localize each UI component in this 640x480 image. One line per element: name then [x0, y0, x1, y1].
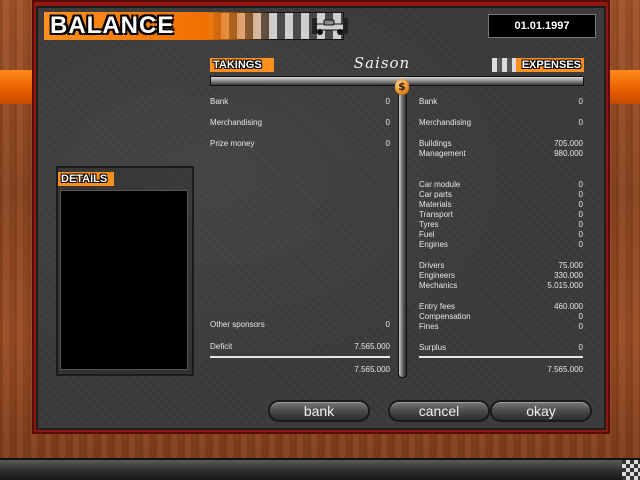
expenses-value: 330.000	[554, 271, 583, 280]
expenses-row-mechanics: Mechanics 5.015.000	[419, 281, 583, 291]
bank-button[interactable]: bank	[268, 400, 370, 422]
season-label: Saison	[353, 54, 411, 72]
expenses-row-buildings: Buildings 705.000	[419, 139, 583, 149]
expenses-value: 0	[578, 240, 583, 249]
date-display: 01.01.1997	[488, 14, 596, 38]
details-header-label: DETAILS	[61, 173, 108, 185]
takings-row-bank: Bank 0	[210, 97, 390, 107]
takings-row-prize-money: Prize money 0	[210, 139, 390, 149]
takings-label: Bank	[210, 97, 229, 106]
takings-header: TAKINGS	[210, 58, 304, 72]
expenses-total: 7.565.000	[547, 365, 583, 374]
expenses-label: Fuel	[419, 230, 435, 239]
takings-total: 7.565.000	[354, 365, 390, 374]
expenses-value: 0	[578, 180, 583, 189]
expenses-label: Surplus	[419, 343, 447, 352]
takings-value: 7.565.000	[354, 342, 390, 351]
expenses-value: 0	[578, 97, 583, 106]
expenses-label: Tyres	[419, 220, 439, 229]
expenses-value: 0	[578, 220, 583, 229]
expenses-value: 980.000	[554, 149, 583, 158]
expenses-header: EXPENSES	[492, 58, 584, 72]
expenses-label: Drivers	[419, 261, 445, 270]
expenses-value: 0	[578, 190, 583, 199]
expenses-value: 0	[578, 312, 583, 321]
expenses-label: Management	[419, 149, 466, 158]
details-display	[60, 190, 188, 370]
expenses-value: 75.000	[558, 261, 583, 270]
takings-label: Other sponsors	[210, 320, 265, 329]
takings-row-merchandising: Merchandising 0	[210, 118, 390, 128]
expenses-label: Mechanics	[419, 281, 458, 290]
expenses-label: Buildings	[419, 139, 452, 148]
takings-value: 0	[385, 118, 390, 127]
details-header: DETAILS	[58, 172, 152, 186]
expenses-value: 705.000	[554, 139, 583, 148]
expenses-label: Merchandising	[419, 118, 472, 127]
expenses-row-merchandising: Merchandising 0	[419, 118, 583, 128]
expenses-label: Materials	[419, 200, 452, 209]
takings-total-row: 7.565.000	[210, 365, 390, 375]
dollar-icon: $	[395, 79, 409, 95]
expenses-row-materials: Materials 0	[419, 200, 583, 210]
expenses-value: 0	[578, 200, 583, 209]
expenses-row-compensation: Compensation 0	[419, 312, 583, 322]
expenses-total-rule	[419, 356, 583, 358]
expenses-value: 0	[578, 210, 583, 219]
expenses-row-entry-fees: Entry fees 460.000	[419, 302, 583, 312]
takings-value: 0	[385, 97, 390, 106]
expenses-label: Transport	[419, 210, 453, 219]
takings-label: Merchandising	[210, 118, 263, 127]
expenses-row-engineers: Engineers 330.000	[419, 271, 583, 281]
takings-total-rule	[210, 356, 390, 358]
expenses-label: Engineers	[419, 271, 456, 280]
expenses-row-drivers: Drivers 75.000	[419, 261, 583, 271]
expenses-label: Engines	[419, 240, 448, 249]
expenses-label: Car parts	[419, 190, 452, 199]
takings-label: Deficit	[210, 342, 233, 351]
takings-row-deficit: Deficit 7.565.000	[210, 342, 390, 352]
expenses-value: 0	[578, 118, 583, 127]
expenses-row-car-parts: Car parts 0	[419, 190, 583, 200]
expenses-total-row: 7.565.000	[419, 365, 583, 375]
expenses-value: 460.000	[554, 302, 583, 311]
expenses-row-tyres: Tyres 0	[419, 220, 583, 230]
expenses-label: Bank	[419, 97, 438, 106]
expenses-label: Fines	[419, 322, 439, 331]
expenses-row-bank: Bank 0	[419, 97, 583, 107]
expenses-row-fines: Fines 0	[419, 322, 583, 332]
expenses-value: 0	[578, 343, 583, 352]
expenses-value: 0	[578, 230, 583, 239]
cancel-button[interactable]: cancel	[388, 400, 490, 422]
expenses-row-transport: Transport 0	[419, 210, 583, 220]
status-bar	[0, 458, 640, 480]
okay-button[interactable]: okay	[490, 400, 592, 422]
expenses-row-management: Management 980.000	[419, 149, 583, 159]
expenses-row-car-module: Car module 0	[419, 180, 583, 190]
expenses-label: Car module	[419, 180, 461, 189]
expenses-label: Entry fees	[419, 302, 456, 311]
takings-label: Prize money	[210, 139, 255, 148]
race-car-icon	[312, 18, 348, 35]
column-divider	[398, 92, 407, 378]
expenses-row-fuel: Fuel 0	[419, 230, 583, 240]
takings-header-label: TAKINGS	[213, 59, 262, 71]
expenses-row-surplus: Surplus 0	[419, 343, 583, 353]
expenses-value: 5.015.000	[547, 281, 583, 290]
expenses-header-label: EXPENSES	[521, 59, 581, 71]
page-title: BALANCE	[50, 12, 175, 39]
expenses-value: 0	[578, 322, 583, 331]
expenses-label: Compensation	[419, 312, 471, 321]
takings-row-other-sponsors: Other sponsors 0	[210, 320, 390, 330]
takings-value: 0	[385, 139, 390, 148]
takings-value: 0	[385, 320, 390, 329]
expenses-row-engines: Engines 0	[419, 240, 583, 250]
checkered-flag-icon	[622, 460, 640, 480]
